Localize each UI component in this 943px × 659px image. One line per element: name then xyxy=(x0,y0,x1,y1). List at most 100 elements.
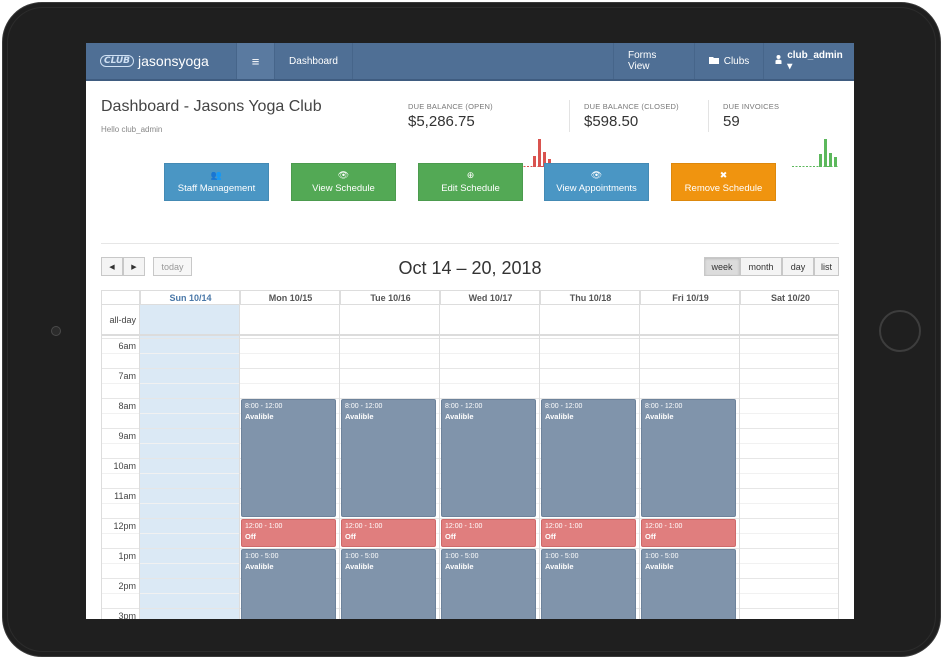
event-time: 1:00 - 5:00 xyxy=(245,552,332,561)
view-list-button[interactable]: list xyxy=(814,257,839,276)
view-month-button[interactable]: month xyxy=(740,257,782,276)
event-available[interactable]: 8:00 - 12:00Avalible xyxy=(641,399,736,517)
hour-line xyxy=(102,338,839,339)
stat-divider xyxy=(569,100,570,132)
nav-forms-view[interactable]: Forms View xyxy=(613,43,694,79)
next-week-button[interactable]: ▶ xyxy=(123,257,145,276)
event-title: Avalible xyxy=(545,561,632,572)
stat-open-balance: DUE BALANCE (OPEN) $5,286.75 xyxy=(408,102,493,130)
hour-label: 3pm xyxy=(102,611,139,619)
nav-user-label: club_admin ▾ xyxy=(787,50,843,72)
edit-schedule-button[interactable]: ⊕ Edit Schedule xyxy=(418,163,523,201)
event-title: Avalible xyxy=(245,411,332,422)
brand-name: jasonsyoga xyxy=(138,53,209,69)
day-header[interactable]: Thu 10/18 xyxy=(540,291,640,305)
view-day-button[interactable]: day xyxy=(782,257,814,276)
event-off[interactable]: 12:00 - 1:00Off xyxy=(541,519,636,547)
column-line xyxy=(339,291,340,619)
stat-due-invoices: DUE INVOICES 59 xyxy=(723,102,779,130)
user-icon xyxy=(775,55,782,67)
app-screen: CLUB jasonsyoga ≡ Dashboard Forms View C… xyxy=(86,43,854,619)
event-time: 8:00 - 12:00 xyxy=(545,402,632,411)
event-off[interactable]: 12:00 - 1:00Off xyxy=(641,519,736,547)
day-header[interactable]: Mon 10/15 xyxy=(240,291,340,305)
event-time: 8:00 - 12:00 xyxy=(445,402,532,411)
hour-label: 1pm xyxy=(102,551,139,561)
section-divider xyxy=(101,243,839,244)
event-available[interactable]: 1:00 - 5:00Avalible xyxy=(441,549,536,619)
stat-label: DUE BALANCE (CLOSED) xyxy=(584,102,679,111)
column-line xyxy=(639,291,640,619)
folder-icon xyxy=(709,56,719,67)
menu-toggle-button[interactable]: ≡ xyxy=(236,43,274,79)
view-label: list xyxy=(821,262,832,272)
event-title: Avalible xyxy=(445,411,532,422)
hour-label: 7am xyxy=(102,371,139,381)
stat-value: $5,286.75 xyxy=(408,113,493,130)
home-button[interactable] xyxy=(879,310,921,352)
staff-management-button[interactable]: 👥 Staff Management xyxy=(164,163,269,201)
close-icon: ✖ xyxy=(672,170,775,180)
hour-label: 9am xyxy=(102,431,139,441)
event-off[interactable]: 12:00 - 1:00Off xyxy=(441,519,536,547)
button-label: View Appointments xyxy=(545,183,648,194)
event-title: Off xyxy=(445,531,532,542)
event-available[interactable]: 8:00 - 12:00Avalible xyxy=(441,399,536,517)
day-header[interactable]: Fri 10/19 xyxy=(640,291,740,305)
event-title: Off xyxy=(345,531,432,542)
today-button[interactable]: today xyxy=(153,257,192,276)
event-available[interactable]: 1:00 - 5:00Avalible xyxy=(641,549,736,619)
day-header[interactable]: Wed 10/17 xyxy=(440,291,540,305)
event-off[interactable]: 12:00 - 1:00Off xyxy=(341,519,436,547)
nav-dashboard[interactable]: Dashboard xyxy=(274,43,352,79)
nav-user-menu[interactable]: club_admin ▾ xyxy=(763,43,854,79)
event-time: 12:00 - 1:00 xyxy=(445,522,532,531)
chevron-left-icon: ◀ xyxy=(109,263,114,271)
page-title: Dashboard - Jasons Yoga Club xyxy=(101,98,322,116)
view-week-button[interactable]: week xyxy=(704,257,740,276)
event-available[interactable]: 8:00 - 12:00Avalible xyxy=(241,399,336,517)
day-header[interactable]: Sat 10/20 xyxy=(740,291,839,305)
remove-schedule-button[interactable]: ✖ Remove Schedule xyxy=(671,163,776,201)
event-title: Off xyxy=(245,531,332,542)
stat-label: DUE BALANCE (OPEN) xyxy=(408,102,493,111)
stat-divider xyxy=(708,100,709,132)
greeting-text: Hello club_admin xyxy=(101,125,162,134)
hour-line xyxy=(102,368,839,369)
event-title: Avalible xyxy=(345,561,432,572)
view-appointments-button[interactable]: 👁 View Appointments xyxy=(544,163,649,201)
event-time: 12:00 - 1:00 xyxy=(645,522,732,531)
view-schedule-button[interactable]: 👁 View Schedule xyxy=(291,163,396,201)
day-header[interactable]: Tue 10/16 xyxy=(340,291,440,305)
column-line xyxy=(139,291,140,619)
prev-week-button[interactable]: ◀ xyxy=(101,257,123,276)
stat-value: 59 xyxy=(723,113,779,130)
event-title: Off xyxy=(645,531,732,542)
nav-clubs[interactable]: Clubs xyxy=(694,43,763,79)
stat-closed-balance: DUE BALANCE (CLOSED) $598.50 xyxy=(584,102,679,130)
event-time: 1:00 - 5:00 xyxy=(445,552,532,561)
all-day-row[interactable]: all-day xyxy=(102,305,839,336)
button-label: Remove Schedule xyxy=(672,183,775,194)
hour-label: 2pm xyxy=(102,581,139,591)
event-available[interactable]: 8:00 - 12:00Avalible xyxy=(541,399,636,517)
day-header[interactable]: Sun 10/14 xyxy=(140,291,240,305)
event-off[interactable]: 12:00 - 1:00Off xyxy=(241,519,336,547)
stat-label: DUE INVOICES xyxy=(723,102,779,111)
event-available[interactable]: 1:00 - 5:00Avalible xyxy=(541,549,636,619)
event-available[interactable]: 1:00 - 5:00Avalible xyxy=(241,549,336,619)
view-label: day xyxy=(791,262,806,272)
brand[interactable]: CLUB jasonsyoga xyxy=(86,43,236,79)
event-available[interactable]: 8:00 - 12:00Avalible xyxy=(341,399,436,517)
event-time: 12:00 - 1:00 xyxy=(245,522,332,531)
event-time: 12:00 - 1:00 xyxy=(345,522,432,531)
event-title: Off xyxy=(545,531,632,542)
event-time: 12:00 - 1:00 xyxy=(545,522,632,531)
view-label: month xyxy=(748,262,773,272)
calendar-day-headers: Sun 10/14Mon 10/15Tue 10/16Wed 10/17Thu … xyxy=(102,291,839,305)
nav-dashboard-label: Dashboard xyxy=(289,56,338,67)
action-buttons: 👥 Staff Management 👁 View Schedule ⊕ Edi… xyxy=(86,163,854,203)
hour-label: 10am xyxy=(102,461,139,471)
all-day-label: all-day xyxy=(102,315,139,325)
event-available[interactable]: 1:00 - 5:00Avalible xyxy=(341,549,436,619)
